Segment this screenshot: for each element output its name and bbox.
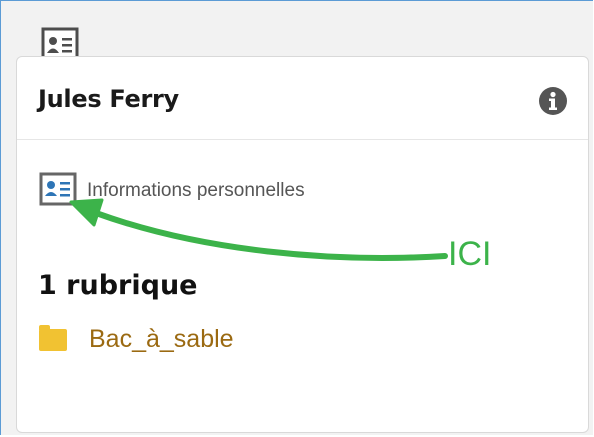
personal-info-link[interactable]: Informations personnelles	[39, 172, 305, 210]
info-icon[interactable]	[538, 86, 568, 120]
personal-info-label: Informations personnelles	[87, 180, 305, 201]
rubric-count: 1 rubrique	[38, 270, 198, 301]
card-header: Jules Ferry	[17, 57, 588, 140]
rubric-item-bac-a-sable[interactable]: Bac_à_sable	[39, 324, 234, 354]
person-card: Jules Ferry Informations personnelles 1 …	[16, 56, 589, 433]
window-frame: Jules Ferry Informations personnelles 1 …	[0, 0, 593, 435]
contact-card-icon	[39, 172, 77, 210]
folder-icon	[39, 324, 67, 351]
rubric-label: Bac_à_sable	[89, 325, 234, 353]
annotation-label: ICI	[448, 235, 492, 273]
card-title: Jules Ferry	[38, 85, 179, 113]
